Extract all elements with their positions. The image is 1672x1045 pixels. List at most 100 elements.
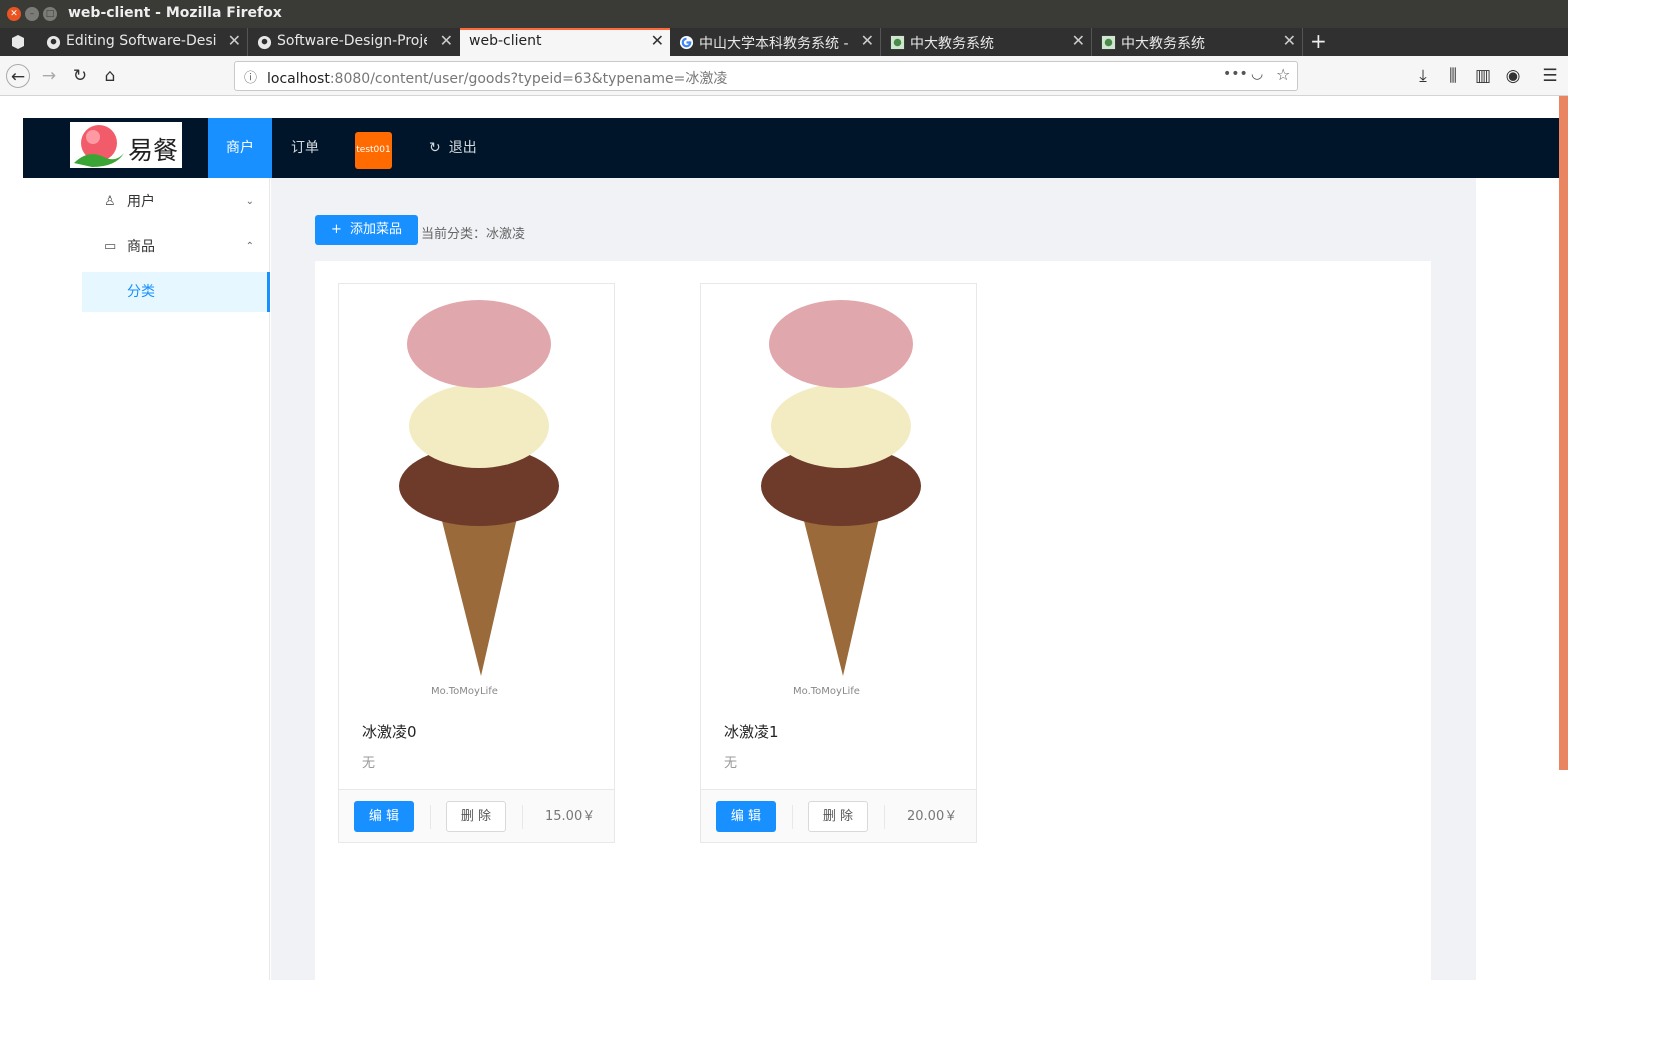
peach-logo-icon [74, 125, 124, 167]
window-title: web-client - Mozilla Firefox [68, 5, 282, 21]
sidebar-item-user[interactable]: ♙ 用户 ⌄ [82, 182, 270, 222]
menu-icon[interactable]: ☰ [1538, 64, 1562, 88]
sidebar-toggle-icon[interactable]: ▥ [1471, 64, 1495, 88]
nav-logout-label: 退出 [448, 140, 477, 156]
sidebar-item-label: 分类 [127, 284, 155, 300]
tab-label: 中大教务系统 [910, 36, 994, 52]
goods-desc: 无 [362, 756, 376, 771]
nav-orders-label: 订单 [291, 140, 319, 156]
nav-orders[interactable]: 订单 [291, 118, 319, 178]
close-icon[interactable]: ✕ [1283, 31, 1296, 50]
username: test001 [356, 145, 391, 155]
ice-cream-image: Mo.ToMoyLife [761, 300, 921, 697]
url-bar[interactable]: ⓘ localhost:8080/content/user/goods?type… [234, 61, 1298, 91]
github-icon [257, 35, 272, 50]
divider [430, 805, 431, 829]
nav-merchant[interactable]: 商户 [208, 118, 272, 178]
goods-card: Mo.ToMoyLife 冰激凌0 无 编 辑 删 除 15.00￥ [338, 283, 615, 843]
firefox-view-icon[interactable] [10, 34, 26, 50]
divider [884, 805, 885, 829]
delete-button[interactable]: 删 除 [446, 801, 506, 832]
downloads-icon[interactable]: ⤓ [1411, 64, 1435, 88]
url-path: :8080/content/user/goods?typeid=63&typen… [329, 71, 728, 87]
forward-icon[interactable]: → [37, 64, 61, 88]
edit-button[interactable]: 编 辑 [354, 801, 414, 832]
tab-sysu-1[interactable]: 中大教务系统 ✕ [882, 28, 1092, 56]
bookmark-star-icon[interactable]: ☆ [1276, 65, 1290, 84]
close-icon[interactable]: ✕ [861, 31, 874, 50]
card-actions: 编 辑 删 除 20.00￥ [701, 789, 976, 842]
scrollbar[interactable] [1559, 96, 1568, 770]
tab-label: web-client [469, 33, 542, 49]
goods-desc: 无 [724, 756, 738, 771]
tab-web-client[interactable]: web-client ✕ [460, 28, 670, 56]
goods-panel: Mo.ToMoyLife 冰激凌0 无 编 辑 删 除 15.00￥ Mo.To… [315, 261, 1431, 1021]
account-icon[interactable]: ◉ [1501, 64, 1525, 88]
tab-editing[interactable]: Editing Software-Design ✕ [38, 28, 248, 56]
tab-label: 中大教务系统 [1121, 36, 1205, 52]
nav-toolbar: ← → ↻ ⌂ ⓘ localhost:8080/content/user/go… [0, 56, 1568, 96]
new-tab-icon[interactable]: + [1310, 29, 1327, 53]
goods-image: Mo.ToMoyLife [339, 284, 614, 702]
sysu-icon [1101, 35, 1116, 50]
url-text[interactable]: localhost:8080/content/user/goods?typeid… [267, 68, 727, 88]
tab-label: Software-Design-Projec [277, 33, 427, 49]
sidebar-item-label: 用户 [127, 194, 155, 210]
tab-sysu-2[interactable]: 中大教务系统 ✕ [1093, 28, 1303, 56]
svg-text:Mo.ToMoyLife: Mo.ToMoyLife [431, 686, 498, 697]
divider [792, 805, 793, 829]
nav-logout[interactable]: ↻ 退出 [429, 118, 477, 178]
delete-button[interactable]: 删 除 [808, 801, 868, 832]
plus-icon: + [331, 222, 342, 237]
tab-sysu-google[interactable]: 中山大学本科教务系统 - ( ✕ [671, 28, 881, 56]
goods-image: Mo.ToMoyLife [701, 284, 976, 702]
close-icon[interactable]: ✕ [1072, 31, 1085, 50]
window-minimize-icon[interactable]: – [25, 7, 39, 21]
close-icon[interactable]: ✕ [228, 31, 241, 50]
current-category: 当前分类：冰激凌 [421, 227, 526, 242]
add-dish-label: 添加菜品 [349, 222, 402, 237]
library-icon[interactable]: ⫼ [1441, 64, 1465, 88]
tab-label: 中山大学本科教务系统 - ( [699, 36, 849, 52]
home-icon[interactable]: ⌂ [98, 64, 122, 88]
laptop-icon: ▭ [104, 239, 117, 254]
app-header: 易餐 商户 订单 test001 ↻ 退出 [23, 118, 1559, 178]
info-icon[interactable]: ⓘ [244, 67, 257, 86]
goods-price: 20.00￥ [907, 809, 958, 824]
tab-software-design[interactable]: Software-Design-Projec ✕ [249, 28, 459, 56]
google-icon [679, 35, 694, 50]
tab-bar: Editing Software-Design ✕ Software-Desig… [0, 28, 1568, 56]
logo-text: 易餐 [128, 136, 179, 165]
divider [522, 805, 523, 829]
goods-card: Mo.ToMoyLife 冰激凌1 无 编 辑 删 除 20.00￥ [700, 283, 977, 843]
goods-name: 冰激凌0 [362, 723, 417, 741]
window-maximize-icon[interactable]: □ [43, 7, 57, 21]
reload-icon[interactable]: ↻ [68, 64, 92, 88]
close-icon[interactable]: ✕ [651, 31, 664, 50]
tab-label: Editing Software-Design [66, 33, 216, 49]
main-content: + 添加菜品 当前分类：冰激凌 Mo.ToMoyLife 冰激凌0 无 编 辑 … [271, 178, 1476, 1021]
nav-merchant-label: 商户 [226, 140, 254, 156]
chevron-down-icon: ⌄ [245, 196, 254, 207]
goods-name: 冰激凌1 [724, 723, 779, 741]
github-icon [46, 35, 61, 50]
back-icon[interactable]: ← [6, 64, 30, 88]
sidebar-item-goods[interactable]: ▭ 商品 ⌃ [82, 227, 270, 267]
window-close-icon[interactable]: ✕ [7, 7, 21, 21]
page-actions-icon[interactable]: ••• [1223, 66, 1248, 82]
url-host: localhost [267, 71, 330, 87]
sidebar: ♙ 用户 ⌄ ▭ 商品 ⌃ 分类 [82, 178, 270, 980]
add-dish-button[interactable]: + 添加菜品 [315, 215, 418, 245]
app-logo[interactable]: 易餐 [70, 122, 182, 168]
edit-button[interactable]: 编 辑 [716, 801, 776, 832]
goods-price: 15.00￥ [545, 809, 596, 824]
sidebar-item-category[interactable]: 分类 [82, 272, 270, 312]
page-viewport: 易餐 商户 订单 test001 ↻ 退出 ♙ 用户 ⌄ ▭ 商品 ⌃ 分类 + 添… [0, 96, 1568, 1021]
sysu-icon [890, 35, 905, 50]
user-avatar-badge[interactable]: test001 [355, 132, 392, 169]
chevron-up-icon: ⌃ [245, 241, 254, 252]
close-icon[interactable]: ✕ [440, 31, 453, 50]
pocket-icon[interactable]: ◡ [1251, 66, 1263, 82]
card-actions: 编 辑 删 除 15.00￥ [339, 789, 614, 842]
sidebar-item-label: 商品 [127, 239, 155, 255]
